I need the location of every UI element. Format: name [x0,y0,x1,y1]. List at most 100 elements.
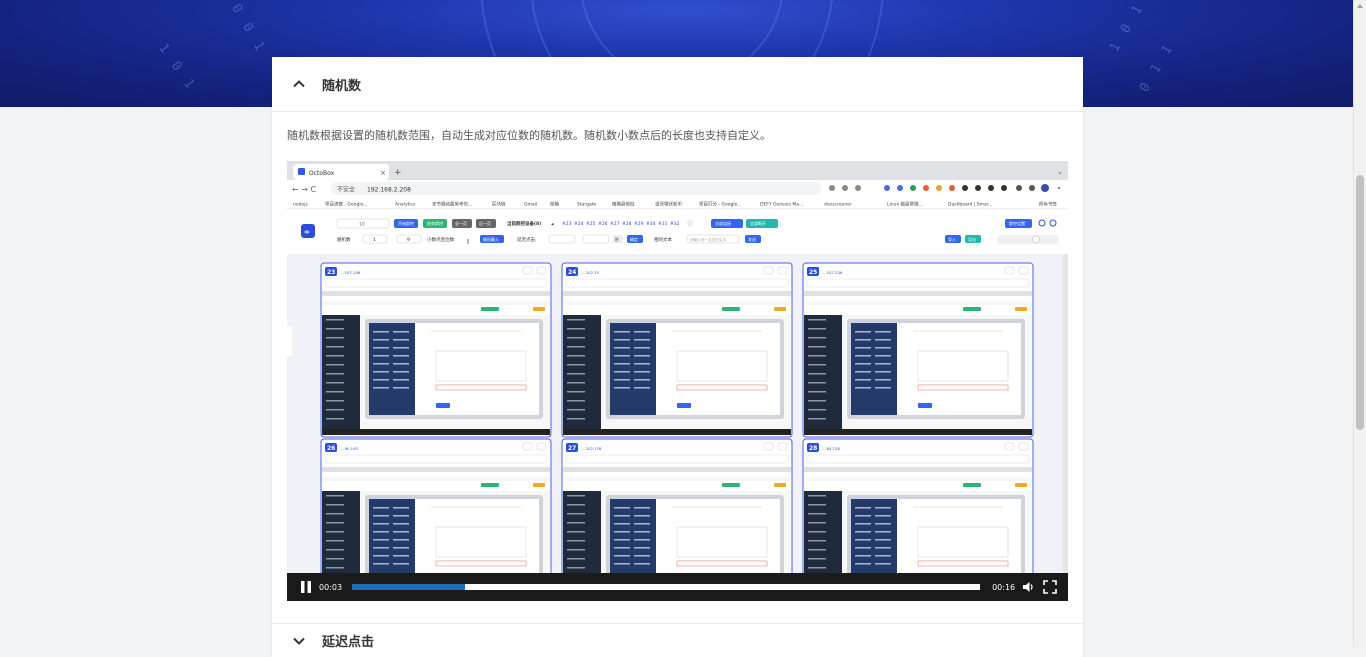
view-toggle[interactable] [997,235,1059,244]
demo-video[interactable]: OctoBox × + ⌄ ← → C 不安全 192.168.2.208 no… [287,161,1068,601]
random-label: 随机数 [337,236,351,243]
device-input[interactable] [324,278,548,288]
device-tab[interactable]: #28 [622,221,632,227]
toolbar-button-label: 导出 [968,236,976,242]
more-icon[interactable] [763,266,774,275]
bookmark-item[interactable]: 区块链 [492,201,506,208]
toolbar-button-label: 后一页 [479,220,491,226]
toolbar-button-label: 随机輸入 [483,236,499,242]
bookmark-item[interactable]: 项目打分 - Google... [699,201,742,208]
chevron-right-icon[interactable] [686,219,694,227]
device-tab[interactable]: #27 [610,221,620,227]
text-cursor-icon: I [467,238,469,246]
section-title: 延迟点击 [322,635,375,650]
device-input[interactable] [806,454,1030,464]
expand-icon[interactable] [777,266,788,275]
more-icon[interactable] [1004,442,1015,451]
device-tab[interactable]: #29 [634,221,644,227]
bookmark-item[interactable]: Gmail [524,202,537,208]
bookmark-item[interactable]: dexscreener [824,202,852,208]
bookmark-item[interactable]: 道哥埋伏新币 [655,201,682,208]
toolbar-button-label: 发送 [748,236,756,242]
browser-tab-title[interactable]: OctoBox [309,170,335,177]
section-header-delay-click[interactable]: 延迟点击 [272,623,1083,657]
close-tab-icon[interactable]: × [380,169,386,177]
device-tab[interactable]: #26 [598,221,608,227]
device-input[interactable] [565,454,789,464]
device-input[interactable] [324,454,548,464]
bookmark-item[interactable]: DEFY Genesis Ma... [760,202,803,208]
section-title: 随机数 [322,78,362,94]
nav-buttons-icon[interactable]: ← → C [292,185,316,194]
device-id: 28 [809,445,817,452]
device-input[interactable] [806,278,1030,288]
more-icon[interactable] [763,442,774,451]
random-from-input[interactable]: 1 [373,237,376,243]
same-text-placeholder: 请输入统一发送的文本 [690,237,726,242]
device-panel[interactable]: 24 ...202.15 [561,262,793,438]
bookmark-item[interactable]: 所有书签 [1039,201,1057,208]
expand-icon[interactable] [1018,266,1029,275]
fullscreen-icon[interactable] [1043,580,1057,594]
device-panel[interactable]: 27 ...202.178 [561,438,793,601]
new-tab-icon[interactable]: + [394,168,402,178]
device-tab[interactable]: #25 [586,221,596,227]
decorative-binary: 1 0 1 [1107,0,1148,55]
bookmark-item[interactable]: Analytics [395,202,416,208]
volume-icon[interactable] [1021,580,1035,594]
device-tab[interactable]: #30 [646,221,656,227]
expand-icon[interactable] [536,266,547,275]
device-tab[interactable]: #32 [670,221,680,227]
side-handle[interactable] [287,326,292,356]
random-to-input[interactable]: 9 [407,237,410,243]
toolbar-button-label: 全一页 [455,220,467,226]
pause-icon[interactable] [299,580,313,594]
delay-from-input[interactable] [548,234,576,244]
device-id: 23 [327,269,335,276]
expand-icon[interactable] [1018,442,1029,451]
toolbar-button-label: 结束群控 [427,220,443,226]
feature-card: 随机数 随机数根据设置的随机数范围，自动生成对应位数的随机数。随机数小数点后的长… [272,57,1083,657]
page-scrollbar[interactable] [1353,0,1366,647]
device-panel[interactable]: 25 ...107.236 [802,262,1034,438]
more-icon[interactable] [522,442,533,451]
expand-icon[interactable] [536,442,547,451]
insecure-label: 不安全 [337,186,355,194]
section-header-random[interactable]: 随机数 [272,57,1083,112]
bookmark-item[interactable]: nodejs [293,202,308,208]
device-tab[interactable]: #23 [562,221,572,227]
address-bar[interactable]: 192.168.2.208 [367,187,411,194]
scrollbar-thumb[interactable] [1356,175,1364,430]
chevron-up-icon[interactable] [292,77,306,91]
expand-icon[interactable] [777,442,788,451]
bookmark-item[interactable]: Linux 磁盘管理... [887,201,923,208]
bookmark-item[interactable]: Stargate [577,202,597,208]
more-icon[interactable] [522,266,533,275]
device-tab[interactable]: #31 [658,221,668,227]
toolbar-button-label: 群控设置 [1009,220,1025,226]
progress-bar[interactable] [352,584,981,590]
bookmark-item[interactable]: 项目进度 - Google... [325,201,368,208]
scroll-up-icon[interactable] [1357,4,1363,8]
device-tab[interactable]: #24 [574,221,584,227]
bookmark-item[interactable]: 字节跳动最常考的... [432,201,472,208]
delay-label: 延迟点击: [517,236,537,243]
device-ip: ...107.248 [341,270,361,275]
bookmark-item[interactable]: 精确盘他批 [612,201,635,208]
device-ip: ...107.236 [823,270,843,275]
device-panel[interactable]: 23 ...107.248 [320,262,552,438]
decorative-binary: 1 0 0 1 [217,0,269,57]
chevron-down-icon[interactable]: ⌄ [1057,168,1063,176]
device-ip: ...202.15 [582,270,599,275]
chevron-down-icon[interactable] [292,634,306,648]
delay-to-input[interactable] [582,234,610,244]
bookmark-item[interactable]: 邮箱 [550,201,559,208]
device-id: 27 [568,445,576,452]
more-icon[interactable] [1004,266,1015,275]
device-panel[interactable]: 26 ...90.193 [320,438,552,601]
bookmark-item[interactable]: Dashboard | Smar... [948,202,993,208]
device-input[interactable] [565,278,789,288]
device-panel[interactable]: 28 ...84.128 [802,438,1034,601]
device-id: 26 [327,445,335,452]
toolbar-button-label: 导入 [948,236,956,242]
